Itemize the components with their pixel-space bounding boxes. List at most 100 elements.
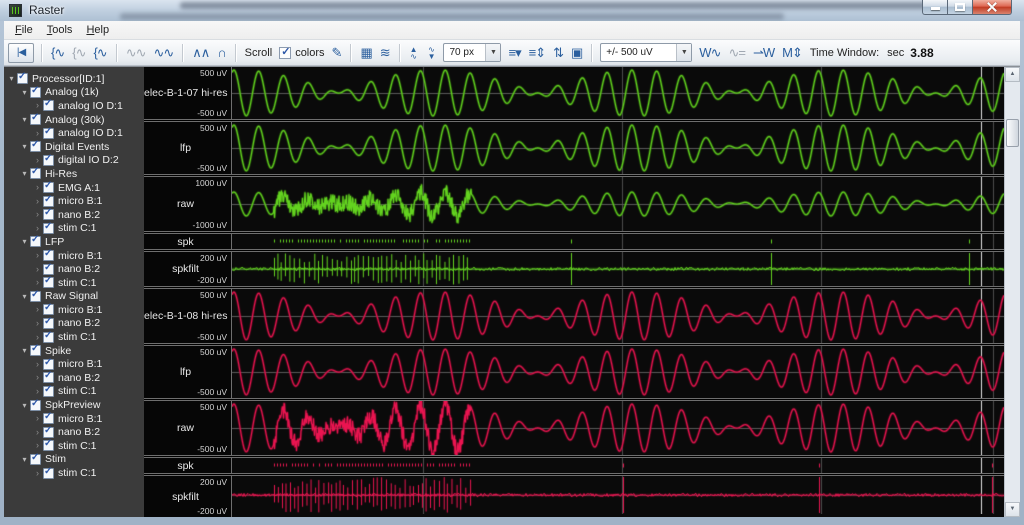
tree-checkbox[interactable]: ✓ [43,427,54,438]
tree-item-lfp[interactable]: ▾✓LFP [4,235,144,249]
stacked-waves-icon[interactable]: ≋ [377,43,393,63]
tree-item-stim-c-1[interactable]: ›✓stim C:1 [4,439,144,453]
tree-checkbox[interactable]: ✓ [43,196,54,207]
tree-checkbox[interactable]: ✓ [43,155,54,166]
waveform-canvas-g-spk[interactable] [232,234,1004,249]
scroll-down-button[interactable]: ▼ [1005,502,1020,517]
expand-arrow-icon[interactable]: ▾ [7,74,16,83]
dropdown-arrow-icon[interactable]: ▼ [676,44,691,61]
tree-checkbox[interactable]: ✓ [43,182,54,193]
scroll-up-button[interactable]: ▲ [1005,67,1020,82]
tree-item-processor-id-1[interactable]: ▾✓Processor[ID:1] [4,72,144,86]
tree-checkbox[interactable]: ✓ [43,386,54,397]
tree-checkbox[interactable]: ✓ [43,440,54,451]
tree-checkbox[interactable]: ✓ [30,291,41,302]
tree-item-nano-b-2[interactable]: ›✓nano B:2 [4,208,144,222]
tree-item-emg-a-1[interactable]: ›✓EMG A:1 [4,181,144,195]
wave-snap-icon[interactable]: ⇀W [750,43,777,63]
tree-item-hi-res[interactable]: ▾✓Hi-Res [4,167,144,181]
tree-item-digital-events[interactable]: ▾✓Digital Events [4,140,144,154]
tree-checkbox[interactable]: ✓ [30,168,41,179]
waveform-canvas-g-lfp[interactable] [232,122,1004,174]
tree-checkbox[interactable]: ✓ [30,236,41,247]
shift-trace-down-icon[interactable]: ∿▼ [424,46,440,60]
expand-arrow-icon[interactable]: ▾ [20,237,29,246]
tree-checkbox[interactable]: ✓ [30,345,41,356]
minimize-button[interactable] [922,0,948,15]
expand-arrow-icon[interactable]: ▾ [20,142,29,151]
waveform-canvas-r-raw[interactable] [232,401,1004,455]
tree-item-analog-io-d-1[interactable]: ›✓analog IO D:1 [4,99,144,113]
waveform-canvas-r-spkfilt[interactable] [232,476,1004,514]
expand-arrow-icon[interactable]: ▾ [20,169,29,178]
tree-item-analog-1k[interactable]: ▾✓Analog (1k) [4,86,144,100]
tree-item-spike[interactable]: ▾✓Spike [4,344,144,358]
waveform-canvas-r-lfp[interactable] [232,346,1004,398]
tree-checkbox[interactable]: ✓ [30,400,41,411]
raster-group-trace-icon[interactable]: {∿ [90,43,109,63]
row-spacing-icon[interactable]: ≡⇕ [526,43,548,63]
menu-item-file[interactable]: File [8,22,40,38]
tree-checkbox[interactable]: ✓ [43,468,54,479]
tree-checkbox[interactable]: ✓ [43,413,54,424]
waveform-canvas-g-spkfilt[interactable] [232,252,1004,286]
gaussian-icon[interactable]: ∩ [214,43,228,63]
tree-item-nano-b-2[interactable]: ›✓nano B:2 [4,262,144,276]
wave-range-icon[interactable]: M⇕ [779,43,805,63]
tree-item-stim-c-1[interactable]: ›✓stim C:1 [4,466,144,480]
tree-item-stim-c-1[interactable]: ›✓stim C:1 [4,222,144,236]
vertical-scrollbar[interactable]: ▲ ▼ [1004,67,1020,517]
expand-arrow-icon[interactable]: ▾ [20,401,29,410]
raster-group-waves-icon[interactable]: {∿ [48,43,67,63]
maximize-button[interactable] [948,0,973,15]
tree-item-analog-io-d-1[interactable]: ›✓analog IO D:1 [4,126,144,140]
waveform-canvas-r-spk[interactable] [232,458,1004,473]
collapse-rows-icon[interactable]: ≡▾ [505,43,523,63]
tree-checkbox[interactable]: ✓ [43,372,54,383]
expand-arrow-icon[interactable]: ▾ [20,115,29,124]
scrollbar-thumb[interactable] [1006,119,1019,147]
waveform-canvas-g-raw[interactable] [232,177,1004,231]
tree-item-digital-io-d-2[interactable]: ›✓digital IO D:2 [4,154,144,168]
close-button[interactable] [973,0,1012,15]
voltage-range-select[interactable]: +/- 500 uV▼ [600,43,692,62]
menu-item-help[interactable]: Help [79,22,116,38]
tree-checkbox[interactable]: ✓ [43,332,54,343]
wave-baseline-icon[interactable]: W∿ [696,43,723,63]
expand-arrow-icon[interactable]: ▾ [20,455,29,464]
tree-checkbox[interactable]: ✓ [43,128,54,139]
expand-arrow-icon[interactable]: ▾ [20,88,29,97]
tree-item-nano-b-2[interactable]: ›✓nano B:2 [4,317,144,331]
dropdown-arrow-icon[interactable]: ▼ [485,44,500,61]
color-pen-icon[interactable]: ✎ [329,43,345,63]
tree-item-raw-signal[interactable]: ▾✓Raw Signal [4,290,144,304]
tree-checkbox[interactable]: ✓ [43,359,54,370]
row-height-select[interactable]: 70 px▼ [443,43,501,62]
tree-item-micro-b-1[interactable]: ›✓micro B:1 [4,194,144,208]
tree-checkbox[interactable]: ✓ [30,141,41,152]
tree-checkbox[interactable]: ✓ [30,87,41,98]
tree-item-micro-b-1[interactable]: ›✓micro B:1 [4,303,144,317]
tree-checkbox[interactable]: ✓ [43,223,54,234]
waveform-canvas-r-hires[interactable] [232,289,1004,343]
tree-item-micro-b-1[interactable]: ›✓micro B:1 [4,249,144,263]
rewind-button[interactable]: |◀ [8,43,34,63]
tree-item-nano-b-2[interactable]: ›✓nano B:2 [4,425,144,439]
tree-checkbox[interactable]: ✓ [43,277,54,288]
tree-checkbox[interactable]: ✓ [30,114,41,125]
tree-item-stim[interactable]: ▾✓Stim [4,453,144,467]
expand-rows-icon[interactable]: ⇅ [550,43,566,63]
colors-checkbox[interactable]: ✓colors [276,47,327,59]
grid-waves-icon[interactable]: ▦ [357,43,374,63]
overlay-waves-ticks-icon[interactable]: ∿∿ [151,43,177,63]
tree-checkbox[interactable]: ✓ [43,318,54,329]
tree-checkbox[interactable]: ✓ [43,209,54,220]
waveform-canvas-g-hires[interactable] [232,67,1004,119]
tree-checkbox[interactable]: ✓ [43,264,54,275]
fit-screen-icon[interactable]: ▣ [568,43,585,63]
menu-item-tools[interactable]: Tools [40,22,80,38]
tree-checkbox[interactable]: ✓ [30,454,41,465]
tree-item-stim-c-1[interactable]: ›✓stim C:1 [4,330,144,344]
tree-item-micro-b-1[interactable]: ›✓micro B:1 [4,412,144,426]
tree-item-nano-b-2[interactable]: ›✓nano B:2 [4,371,144,385]
